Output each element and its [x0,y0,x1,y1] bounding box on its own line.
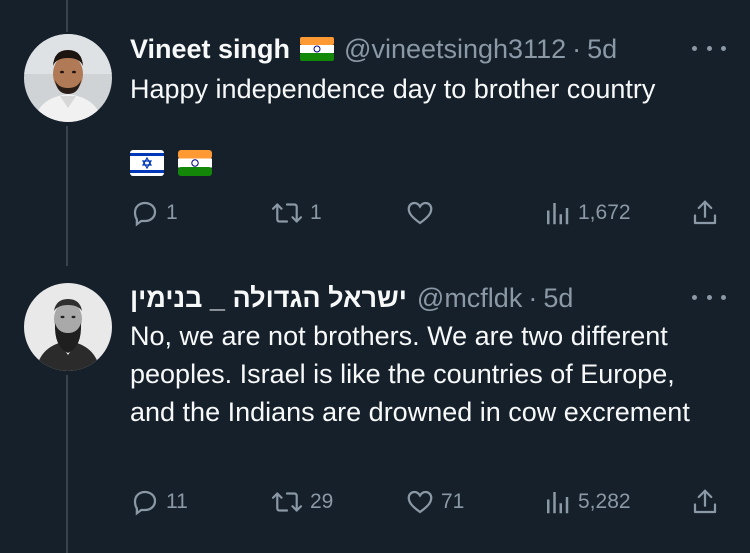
retweet-button[interactable]: 1 [270,198,322,228]
like-count: 71 [441,490,465,513]
views-button[interactable]: 1,672 [542,198,631,228]
retweet-count: 1 [310,201,322,224]
timestamp[interactable]: 5d [543,281,573,315]
india-flag-icon [178,150,212,181]
retweet-icon [271,492,303,512]
tweet-flags [130,150,212,181]
separator-dot: · [572,34,582,64]
retweet-icon [271,203,303,223]
share-icon [693,489,717,514]
handle[interactable]: @mcfldk [417,281,522,315]
like-button[interactable]: 71 [405,487,464,517]
display-name[interactable]: Vineet singh [130,32,290,66]
views-chart-icon [547,492,569,514]
tweet-mcfldk[interactable]: ישראל הגדולה _ בנימין @mcfldk · 5d No, w… [0,265,750,553]
retweet-count: 29 [310,490,334,513]
views-chart-icon [547,203,569,225]
more-options-icon[interactable] [692,287,726,307]
avatar[interactable] [24,283,112,371]
timestamp[interactable]: 5d [587,32,617,66]
display-name[interactable]: ישראל הגדולה _ בנימין [130,281,407,315]
tweet-text: Happy independence day to brother countr… [130,74,656,104]
tweet-text: No, we are not brothers. We are two diff… [130,321,690,427]
heart-icon [407,201,433,225]
reply-button[interactable]: 11 [130,487,188,517]
retweet-button[interactable]: 29 [270,487,333,517]
reply-button[interactable]: 1 [130,198,178,228]
share-button[interactable] [690,487,720,517]
reply-count: 11 [166,490,188,513]
more-options-icon[interactable] [692,38,726,58]
like-button[interactable] [405,198,441,228]
share-icon [693,200,717,225]
tweet-vineet[interactable]: Vineet singh @vineetsingh3112 · 5d Happy… [0,0,750,265]
views-button[interactable]: 5,282 [542,487,631,517]
heart-icon [407,490,433,514]
tweet-actions: 11 29 71 5,282 [130,487,730,519]
avatar[interactable] [24,34,112,122]
separator-dot: · [528,283,538,313]
reply-icon [133,490,157,516]
israel-flag-icon [130,150,164,181]
reply-count: 1 [166,201,178,224]
tweet-actions: 1 1 1,672 [130,198,730,230]
india-flag-icon [300,35,335,69]
reply-icon [133,201,157,227]
tweet-header: ישראל הגדולה _ בנימין @mcfldk · 5d [130,281,573,315]
handle[interactable]: @vineetsingh3112 [344,32,566,66]
view-count: 5,282 [578,490,631,513]
view-count: 1,672 [578,201,631,224]
share-button[interactable] [690,198,720,228]
tweet-header: Vineet singh @vineetsingh3112 · 5d [130,32,617,66]
